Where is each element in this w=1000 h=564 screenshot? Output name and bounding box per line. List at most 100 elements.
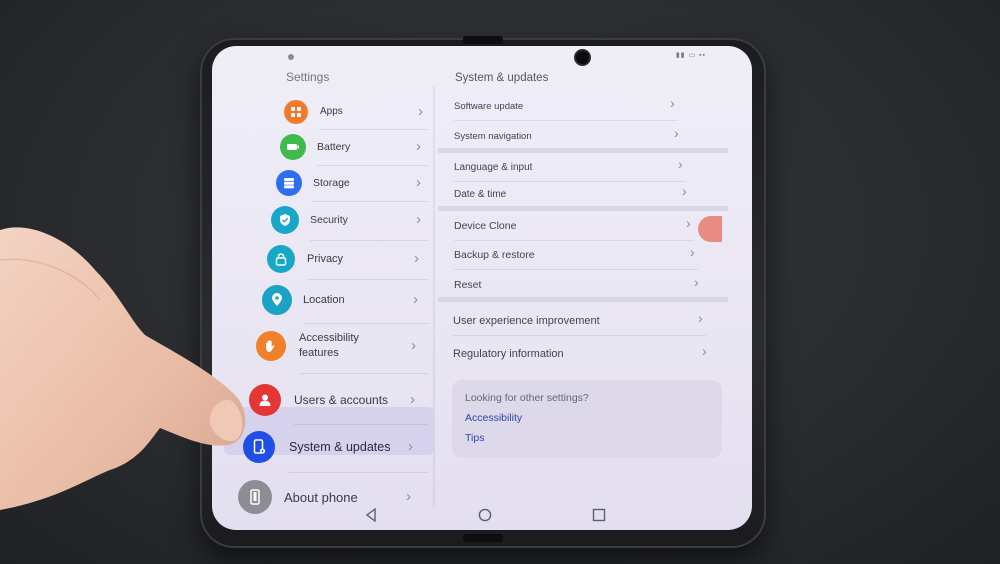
settings-item-label: System & updates <box>289 439 391 454</box>
phone-icon <box>238 480 272 514</box>
setting-row-label: User experience improvement <box>453 315 600 327</box>
settings-item-users-accounts[interactable]: Users & accounts › <box>212 384 434 416</box>
chevron-right-icon: › <box>690 244 695 260</box>
settings-title: Settings <box>286 70 330 84</box>
setting-row-device-clone[interactable]: Device Clone › <box>454 215 696 234</box>
settings-item-label: Security <box>310 213 348 226</box>
setting-row-label: System navigation <box>454 130 532 142</box>
settings-item-about-phone[interactable]: About phone › <box>212 480 434 514</box>
divider <box>454 181 686 182</box>
chevron-right-icon: › <box>413 291 418 308</box>
settings-item-privacy[interactable]: Privacy › <box>212 245 434 273</box>
chevron-right-icon: › <box>694 274 699 290</box>
settings-item-label: Storage <box>313 176 350 189</box>
status-bar: ▮▮ ▭ ▪▪ <box>212 46 752 68</box>
group-separator <box>438 148 728 153</box>
settings-item-apps[interactable]: Apps › <box>212 100 434 124</box>
suggestion-card: Looking for other settings? Accessibilit… <box>452 380 722 458</box>
chevron-right-icon: › <box>414 250 419 267</box>
divider <box>307 279 428 280</box>
chevron-right-icon: › <box>686 215 691 231</box>
chevron-right-icon: › <box>418 103 423 120</box>
chevron-right-icon: › <box>408 438 413 455</box>
chevron-right-icon: › <box>678 156 683 172</box>
settings-item-label: About phone <box>284 489 358 505</box>
setting-row-date-time[interactable]: Date & time › <box>454 183 692 202</box>
setting-row-user-experience-improvement[interactable]: User experience improvement › <box>453 310 708 329</box>
setting-row-language-input[interactable]: Language & input › <box>454 156 688 175</box>
group-separator <box>438 206 728 211</box>
setting-row-label: Device Clone <box>454 220 517 232</box>
settings-item-label: Privacy <box>307 252 344 265</box>
user-icon <box>249 384 281 416</box>
setting-row-label: Reset <box>454 279 482 291</box>
chevron-right-icon: › <box>411 337 416 354</box>
phone-gear-icon <box>243 431 275 463</box>
suggestion-header: Looking for other settings? <box>465 392 589 404</box>
chevron-right-icon: › <box>416 174 421 191</box>
home-button[interactable] <box>478 508 492 527</box>
chevron-right-icon: › <box>702 343 707 359</box>
system-updates-title: System & updates <box>455 72 549 84</box>
scene: ▮▮ ▭ ▪▪ Settings Apps › Battery › Storage › Se… <box>0 0 1000 564</box>
hinge-top <box>463 36 503 44</box>
chevron-right-icon: › <box>674 125 679 141</box>
notification-dot-icon <box>288 54 294 60</box>
setting-row-regulatory-information[interactable]: Regulatory information › <box>453 343 712 362</box>
settings-item-label: Accessibility features <box>299 332 359 359</box>
back-button[interactable] <box>364 507 378 527</box>
chevron-right-icon: › <box>670 95 675 111</box>
settings-item-accessibility-features[interactable]: Accessibility features › <box>212 331 434 361</box>
storage-icon <box>276 170 302 196</box>
settings-item-system-updates[interactable]: System & updates › <box>212 431 434 463</box>
divider <box>454 269 698 270</box>
chevron-right-icon: › <box>416 138 421 155</box>
chevron-right-icon: › <box>410 391 415 408</box>
settings-item-label: Location <box>303 293 345 306</box>
divider <box>289 472 428 473</box>
shield-check-icon <box>271 206 299 234</box>
apps-grid-icon <box>284 100 308 124</box>
floating-assistant-bubble[interactable] <box>698 216 722 242</box>
lock-icon <box>267 245 295 273</box>
location-pin-icon <box>262 285 292 315</box>
settings-menu: Apps › Battery › Storage › Security › Privacy › Lo… <box>212 88 434 514</box>
setting-row-label: Backup & restore <box>454 249 535 261</box>
square-recents-icon <box>592 508 606 522</box>
setting-row-software-update[interactable]: Software update › <box>454 95 680 114</box>
divider <box>454 240 694 241</box>
battery-icon <box>280 134 306 160</box>
chevron-right-icon: › <box>416 211 421 228</box>
setting-row-label: Software update <box>454 100 524 112</box>
setting-row-reset[interactable]: Reset › <box>454 274 704 293</box>
divider <box>453 335 706 336</box>
divider <box>317 165 428 166</box>
recents-button[interactable] <box>592 508 606 527</box>
setting-row-label: Regulatory information <box>453 348 564 360</box>
settings-item-battery[interactable]: Battery › <box>212 134 434 160</box>
setting-row-backup-restore[interactable]: Backup & restore › <box>454 244 700 263</box>
divider <box>454 120 678 121</box>
divider <box>320 129 428 130</box>
divider <box>299 373 428 374</box>
settings-item-label: Users & accounts <box>294 393 389 407</box>
settings-item-location[interactable]: Location › <box>212 285 434 315</box>
settings-item-security[interactable]: Security › <box>212 206 434 234</box>
triangle-back-icon <box>365 507 376 523</box>
settings-item-label: Apps <box>320 106 343 117</box>
phone-screen: ▮▮ ▭ ▪▪ Settings Apps › Battery › Storage › Se… <box>212 46 752 530</box>
setting-row-label: Language & input <box>454 161 533 173</box>
link-tips[interactable]: Tips <box>465 432 484 444</box>
chevron-right-icon: › <box>682 183 687 199</box>
chevron-right-icon: › <box>406 488 411 505</box>
status-icons: ▮▮ ▭ ▪▪ <box>675 52 706 59</box>
front-camera <box>576 51 589 64</box>
settings-item-storage[interactable]: Storage › <box>212 170 434 196</box>
group-separator <box>438 297 728 302</box>
link-accessibility[interactable]: Accessibility <box>465 412 522 424</box>
hand-icon <box>256 331 286 361</box>
divider <box>313 201 428 202</box>
setting-row-system-navigation[interactable]: System navigation › <box>454 125 684 144</box>
circle-home-icon <box>478 508 492 522</box>
settings-item-label: Battery <box>317 140 351 153</box>
